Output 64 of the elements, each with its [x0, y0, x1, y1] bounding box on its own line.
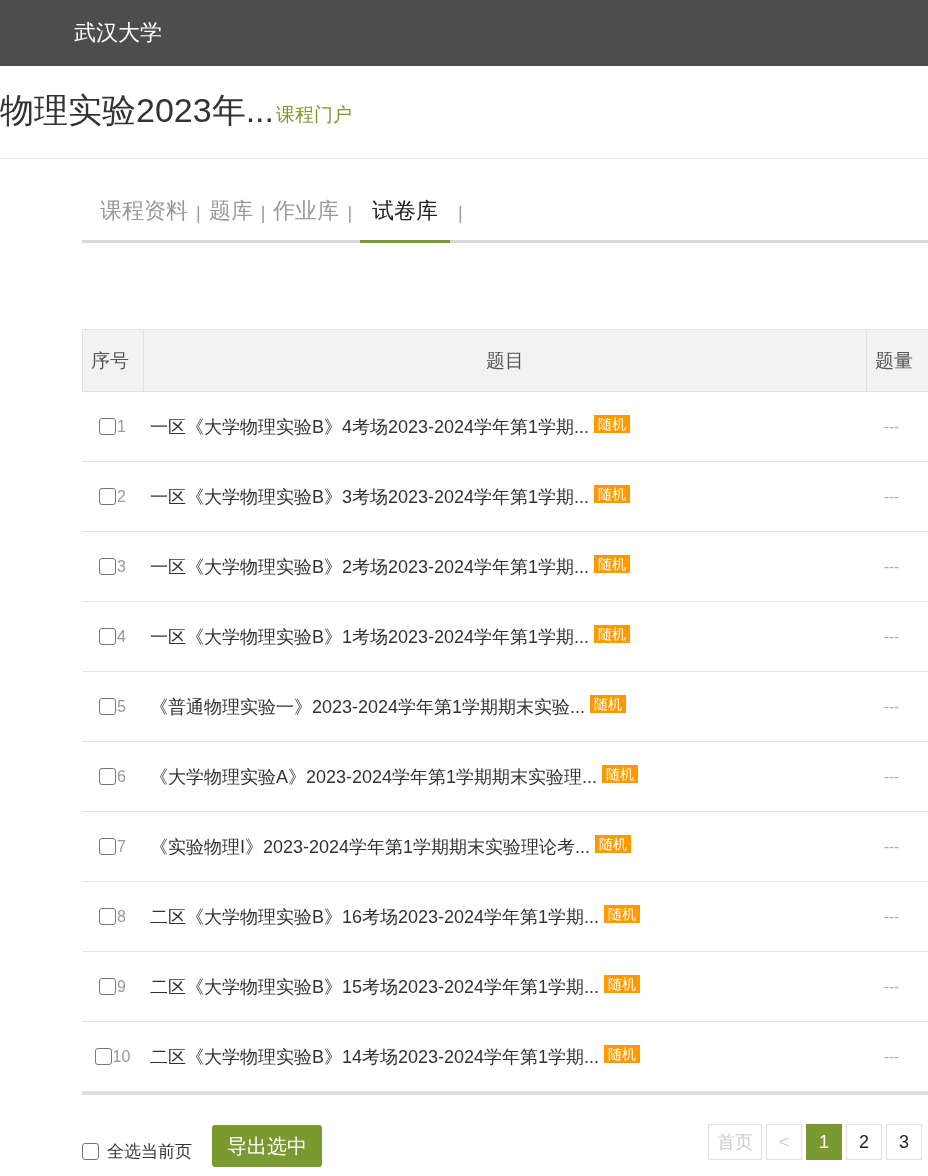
tab[interactable]: 试卷库 — [360, 196, 451, 243]
question-count: --- — [883, 697, 900, 717]
exam-title[interactable]: 二区《大学物理实验B》16考场2023-2024学年第1学期... — [150, 904, 600, 929]
random-tag: 随机 — [595, 834, 632, 853]
exam-title[interactable]: 一区《大学物理实验B》2考场2023-2024学年第1学期... — [150, 554, 590, 579]
random-tag: 随机 — [604, 904, 641, 923]
row-checkbox[interactable] — [94, 1048, 112, 1065]
select-all-checkbox[interactable] — [82, 1142, 99, 1160]
row-checkbox[interactable] — [99, 838, 117, 855]
row-checkbox[interactable] — [99, 908, 117, 925]
site-title: 武汉大学 — [74, 19, 162, 47]
random-tag: 随机 — [594, 484, 631, 503]
random-tag: 随机 — [594, 554, 631, 573]
row-number: 10 — [112, 1047, 131, 1066]
row-number: 3 — [117, 557, 126, 576]
exam-title[interactable]: 一区《大学物理实验B》3考场2023-2024学年第1学期... — [150, 484, 590, 509]
tab-separator: | — [195, 203, 202, 224]
exam-title[interactable]: 《大学物理实验A》2023-2024学年第1学期期末实验理... — [150, 764, 598, 789]
question-count: --- — [883, 1047, 900, 1067]
question-count: --- — [883, 487, 900, 507]
exam-title[interactable]: 二区《大学物理实验B》15考场2023-2024学年第1学期... — [150, 974, 600, 999]
question-count: --- — [883, 977, 900, 997]
pagination-button[interactable]: 3 — [886, 1124, 922, 1160]
row-checkbox[interactable] — [99, 418, 117, 435]
random-tag: 随机 — [594, 414, 631, 433]
random-tag: 随机 — [602, 764, 639, 783]
row-number: 2 — [117, 487, 126, 506]
row-checkbox[interactable] — [99, 978, 117, 995]
question-count: --- — [883, 767, 900, 787]
row-number: 6 — [117, 767, 126, 786]
course-title: 物理实验2023年... — [0, 90, 274, 131]
exam-title[interactable]: 《实验物理I》2023-2024学年第1学期期末实验理论考... — [150, 834, 591, 859]
row-number: 8 — [117, 907, 126, 926]
row-number: 5 — [117, 697, 126, 716]
random-tag: 随机 — [590, 694, 627, 713]
exam-title[interactable]: 一区《大学物理实验B》1考场2023-2024学年第1学期... — [150, 624, 590, 649]
question-count: --- — [883, 837, 900, 857]
question-count: --- — [883, 627, 900, 647]
row-number: 7 — [117, 837, 126, 856]
row-number: 4 — [117, 627, 126, 646]
column-header: 序号 — [82, 330, 143, 391]
tab-separator: | — [346, 203, 354, 224]
random-tag: 随机 — [604, 1044, 641, 1063]
column-header: 题目 — [143, 330, 866, 391]
question-count: --- — [883, 907, 900, 927]
exam-title[interactable]: 《普通物理实验一》2023-2024学年第1学期期末实验... — [150, 694, 586, 719]
select-all-label: 全选当前页 — [107, 1140, 192, 1163]
row-checkbox[interactable] — [99, 628, 117, 645]
row-number: 9 — [117, 977, 126, 996]
row-checkbox[interactable] — [99, 488, 117, 505]
row-number: 1 — [117, 417, 126, 436]
column-header: 题量 — [866, 330, 928, 391]
question-count: --- — [883, 557, 900, 577]
row-checkbox[interactable] — [99, 698, 117, 715]
exam-title[interactable]: 一区《大学物理实验B》4考场2023-2024学年第1学期... — [150, 414, 590, 439]
exam-title[interactable]: 二区《大学物理实验B》14考场2023-2024学年第1学期... — [150, 1044, 600, 1069]
pagination-button[interactable]: 2 — [846, 1124, 882, 1160]
random-tag: 随机 — [604, 974, 641, 993]
row-checkbox[interactable] — [99, 558, 117, 575]
tab-separator: | — [259, 203, 267, 224]
row-checkbox[interactable] — [99, 768, 117, 785]
tab-separator: | — [457, 203, 464, 224]
random-tag: 随机 — [594, 624, 631, 643]
question-count: --- — [883, 417, 900, 437]
